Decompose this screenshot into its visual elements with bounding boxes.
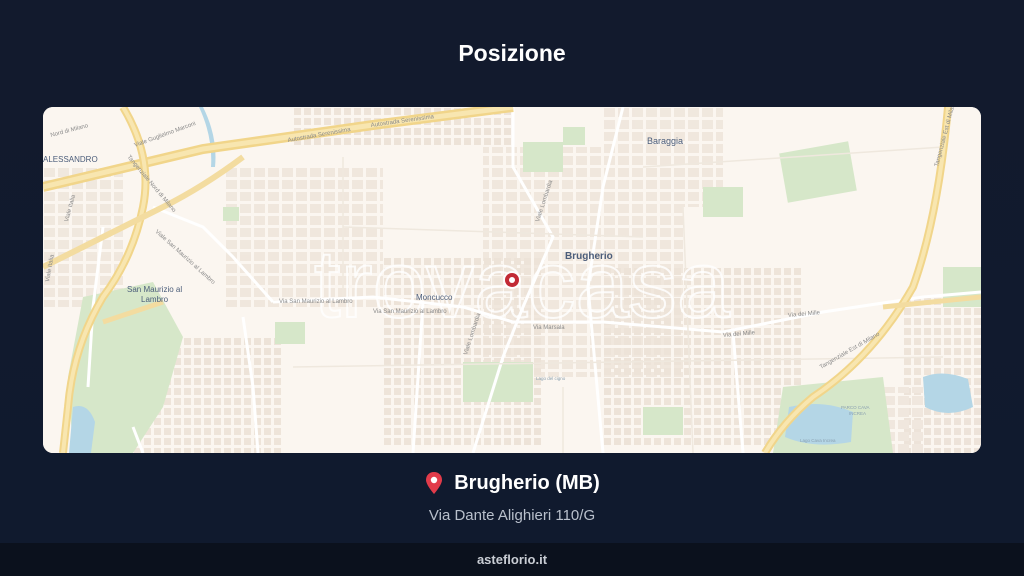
footer: asteflorio.it xyxy=(0,543,1024,576)
place-name: Brugherio (MB) xyxy=(454,472,600,494)
label-brugherio: Brugherio xyxy=(565,251,613,262)
label-san-maurizio-2: Lambro xyxy=(141,295,169,304)
label-alessandro: ALESSANDRO xyxy=(43,155,98,164)
label-via-sm-lambro: Via San Maurizio al Lambro xyxy=(279,299,353,305)
label-moncucco: Moncucco xyxy=(416,293,453,302)
label-parco-2: INCREA xyxy=(849,411,866,416)
label-via-sm-lambro-2: Via San Maurizio al Lambro xyxy=(373,309,447,315)
label-lago-increa: Lago Cava Increa xyxy=(800,438,836,443)
location-marker-icon[interactable] xyxy=(503,271,521,289)
place-line: Brugherio (MB) xyxy=(424,470,600,496)
address-text: Via Dante Alighieri 110/G xyxy=(428,507,596,524)
map-canvas[interactable]: trovacasa ALESSANDRO Baraggia Brugherio … xyxy=(43,107,981,453)
label-parco: PARCO CAVA xyxy=(841,405,870,410)
page-title: Posizione xyxy=(458,40,566,66)
map-pin-icon xyxy=(426,472,443,494)
location-info: Brugherio (MB) Via Dante Alighieri 110/G xyxy=(0,470,1024,526)
footer-site-link[interactable]: asteflorio.it xyxy=(477,552,547,567)
map-view[interactable]: trovacasa ALESSANDRO Baraggia Brugherio … xyxy=(43,107,981,453)
watermark-text: trovacasa xyxy=(314,231,731,338)
label-lago-del-cigno: Lago del cigno xyxy=(536,376,566,381)
location-page: Posizione trovacasa ALESSANDRO Baraggia … xyxy=(0,0,1024,576)
label-via-marsala: Via Marsala xyxy=(533,325,565,331)
label-san-maurizio: San Maurizio al xyxy=(127,285,182,294)
label-baraggia: Baraggia xyxy=(647,136,683,146)
